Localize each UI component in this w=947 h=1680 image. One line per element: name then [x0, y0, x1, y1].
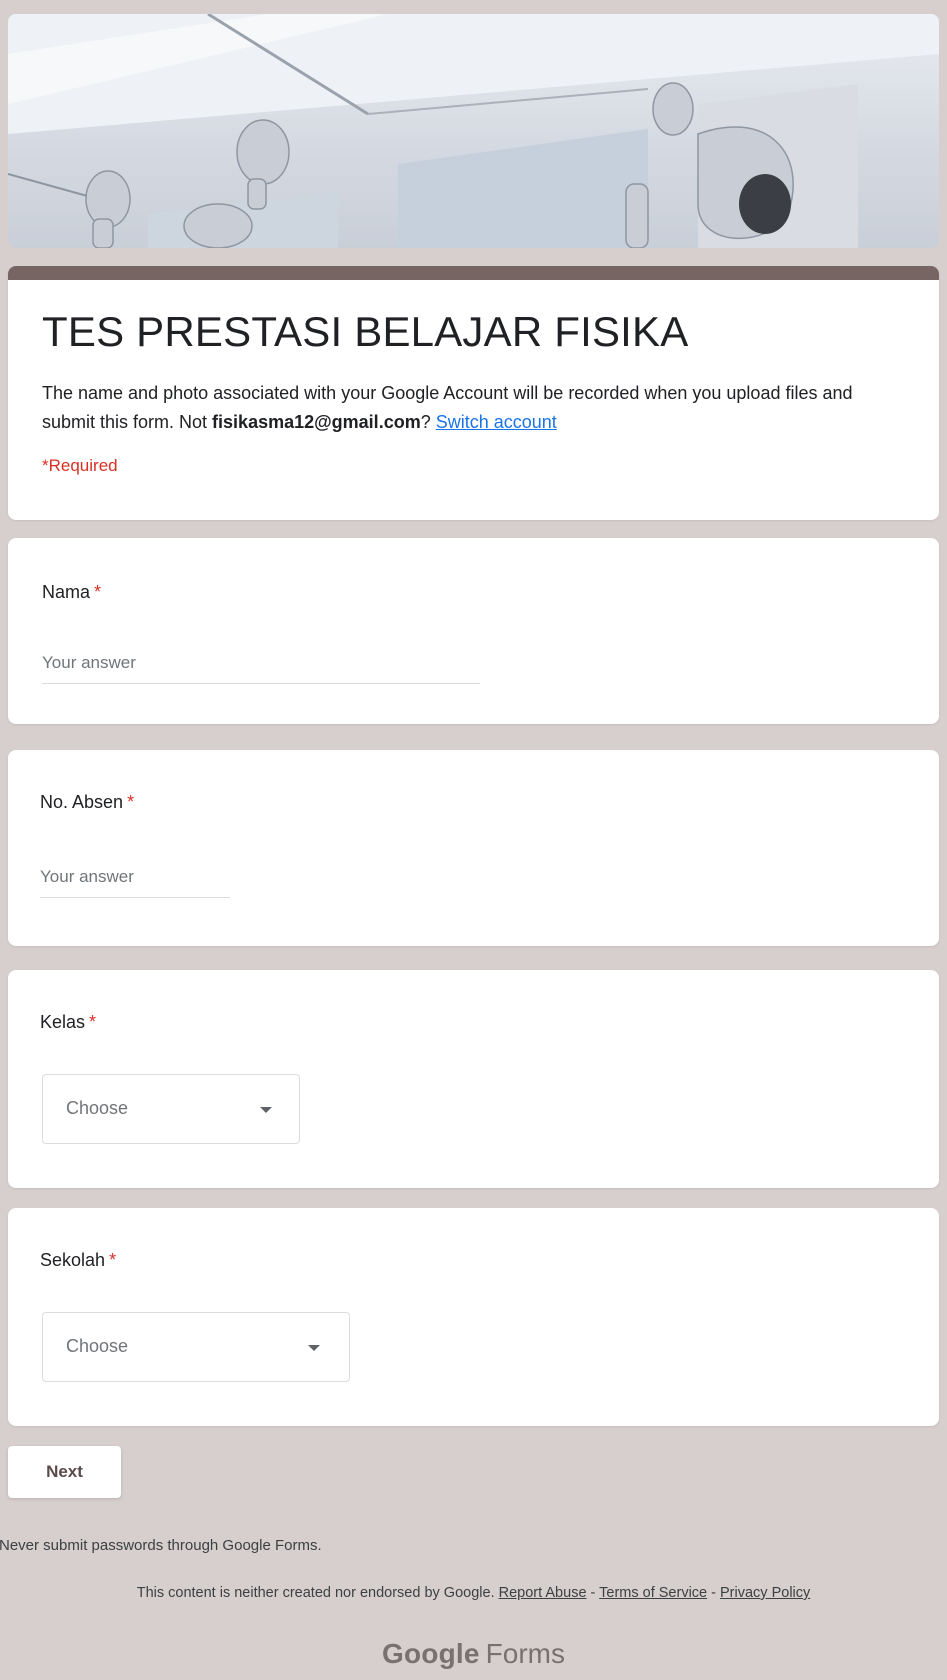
next-button[interactable]: Next [8, 1446, 121, 1498]
google-forms-logo[interactable]: Google Forms [0, 1638, 947, 1670]
caret-down-icon [260, 1107, 272, 1113]
question-card-sekolah: Sekolah * Choose [8, 1208, 939, 1426]
terms-of-service-link[interactable]: Terms of Service [599, 1585, 707, 1601]
notice-suffix: ? [420, 412, 431, 432]
question-title: Kelas [40, 1012, 86, 1032]
password-warning: Never submit passwords through Google Fo… [0, 1537, 322, 1554]
account-notice: The name and photo associated with your … [42, 379, 902, 437]
form-header-card: TES PRESTASI BELAJAR FISIKA The name and… [8, 266, 939, 520]
select-value: Choose [66, 1098, 129, 1118]
no-absen-input[interactable] [40, 867, 230, 898]
question-title: No. Absen [40, 792, 124, 812]
required-asterisk: * [89, 1012, 97, 1032]
account-email: fisikasma12@gmail.com [212, 412, 421, 432]
disclaimer-text: This content is neither created nor endo… [136, 1585, 495, 1601]
separator: - [586, 1585, 600, 1601]
question-label: Nama * [42, 582, 101, 603]
separator: - [707, 1585, 721, 1601]
required-asterisk: * [94, 582, 102, 602]
question-label: Sekolah * [40, 1250, 116, 1271]
nama-input[interactable] [42, 653, 480, 684]
question-card-no-absen: No. Absen * [8, 750, 939, 946]
question-title: Sekolah [40, 1250, 106, 1270]
footer-disclaimer: This content is neither created nor endo… [0, 1585, 947, 1601]
caret-down-icon [308, 1345, 320, 1351]
question-card-nama: Nama * [8, 538, 939, 724]
select-value: Choose [66, 1336, 129, 1356]
accent-bar [8, 266, 939, 280]
required-note: *Required [42, 456, 118, 475]
sekolah-select[interactable]: Choose [42, 1312, 350, 1382]
form-title: TES PRESTASI BELAJAR FISIKA [42, 308, 689, 355]
required-asterisk: * [127, 792, 135, 812]
question-label: Kelas * [40, 1012, 96, 1033]
question-card-kelas: Kelas * Choose [8, 970, 939, 1188]
brand-google: Google [382, 1638, 480, 1669]
report-abuse-link[interactable]: Report Abuse [499, 1585, 587, 1601]
brand-forms: Forms [485, 1638, 565, 1669]
question-title: Nama [42, 582, 91, 602]
switch-account-link[interactable]: Switch account [436, 412, 557, 432]
question-label: No. Absen * [40, 792, 134, 813]
required-asterisk: * [109, 1250, 117, 1270]
header-banner-image [8, 14, 939, 248]
privacy-policy-link[interactable]: Privacy Policy [720, 1585, 810, 1601]
kelas-select[interactable]: Choose [42, 1074, 300, 1144]
